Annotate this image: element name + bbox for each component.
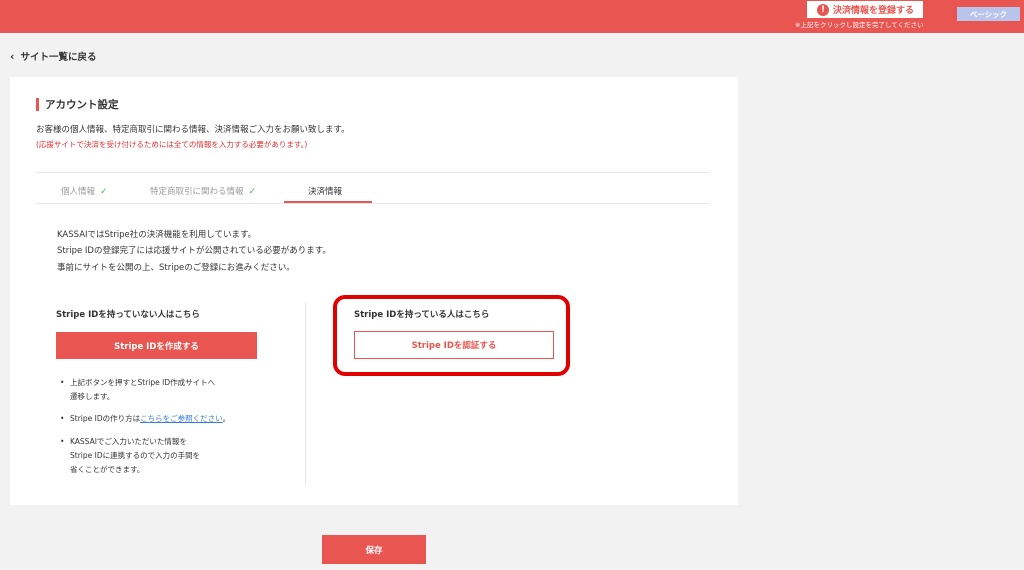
bullet-icon: • (60, 437, 65, 446)
active-tab-indicator (284, 201, 372, 203)
check-icon: ✓ (100, 187, 108, 197)
plan-badge: ベーシック (957, 7, 1020, 21)
top-bar: ! 決済情報を登録する ※上記をクリックし設定を完了してください ベーシック (0, 0, 1024, 33)
description-line: 事前にサイトを公開の上、Stripeのご登録にお進みください。 (57, 263, 295, 273)
alert-icon: ! (817, 3, 829, 16)
create-stripe-id-button[interactable]: Stripe IDを作成する (56, 332, 257, 359)
bullet-text: Stripe IDの作り方はこちらをご参照ください。 (60, 412, 230, 426)
bullet-icon: • (60, 378, 65, 387)
register-note: ※上記をクリックし設定を完了してください (795, 21, 924, 29)
bullet-text-suffix: 。 (222, 414, 231, 423)
check-icon: ✓ (248, 187, 257, 197)
tab-commerce-info-label: 特定商取引に関わる情報 (150, 187, 244, 197)
register-payment-button[interactable]: ! 決済情報を登録する (807, 1, 923, 18)
stripe-guide-link[interactable]: こちらをご参照ください (140, 414, 223, 423)
back-to-sites-link[interactable]: ‹ サイト一覧に戻る (10, 49, 97, 64)
bullet-text: 省くことができます。 (70, 465, 145, 474)
bullet-text-prefix: Stripe IDの作り方は (70, 414, 141, 423)
description-line: KASSAIではStripe社の決済機能を利用しています。 (57, 230, 257, 240)
register-payment-label: 決済情報を登録する (833, 6, 915, 16)
column-divider (305, 303, 306, 485)
tab-personal-info-label: 個人情報 (61, 187, 96, 197)
intro-note: (応援サイトで決済を受け付けるためには全ての情報を入力する必要があります。) (36, 140, 308, 149)
list-item: • 上記ボタンを押すとStripe ID作成サイトへ 遷移します。 (60, 376, 215, 404)
title-accent-bar (36, 98, 39, 111)
chevron-left-icon: ‹ (10, 49, 15, 63)
bullet-text: 遷移します。 (70, 392, 115, 401)
tab-commerce-info[interactable]: 特定商取引に関わる情報 ✓ (150, 185, 256, 197)
no-stripe-heading: Stripe IDを持っていない人はこちら (56, 310, 200, 320)
section-title: アカウント設定 (36, 97, 119, 112)
intro-text: お客様の個人情報、特定商取引に関わる情報、決済情報ご入力をお願い致します。 (36, 125, 350, 135)
tab-personal-info[interactable]: 個人情報 ✓ (61, 185, 108, 197)
bullet-text: 上記ボタンを押すとStripe ID作成サイトへ (70, 378, 216, 387)
bullet-text: KASSAIでご入力いただいた情報を (70, 437, 187, 446)
bullet-icon: • (60, 414, 65, 423)
save-button[interactable]: 保存 (322, 535, 426, 564)
highlight-annotation (333, 295, 570, 376)
tab-payment-info-label: 決済情報 (308, 187, 343, 197)
back-link-label: サイト一覧に戻る (20, 52, 97, 63)
description-line: Stripe IDの登録完了には応援サイトが公開されている必要があります。 (57, 246, 331, 256)
bullet-text: Stripe IDに連携するので入力の手間を (70, 451, 201, 460)
settings-tabs: 個人情報 ✓ 特定商取引に関わる情報 ✓ 決済情報 (36, 172, 710, 204)
section-title-text: アカウント設定 (45, 99, 119, 111)
list-item: • Stripe IDの作り方はこちらをご参照ください。 (60, 412, 230, 426)
list-item: • KASSAIでご入力いただいた情報を Stripe IDに連携するので入力の… (60, 435, 200, 477)
tab-payment-info[interactable]: 決済情報 (308, 185, 342, 197)
